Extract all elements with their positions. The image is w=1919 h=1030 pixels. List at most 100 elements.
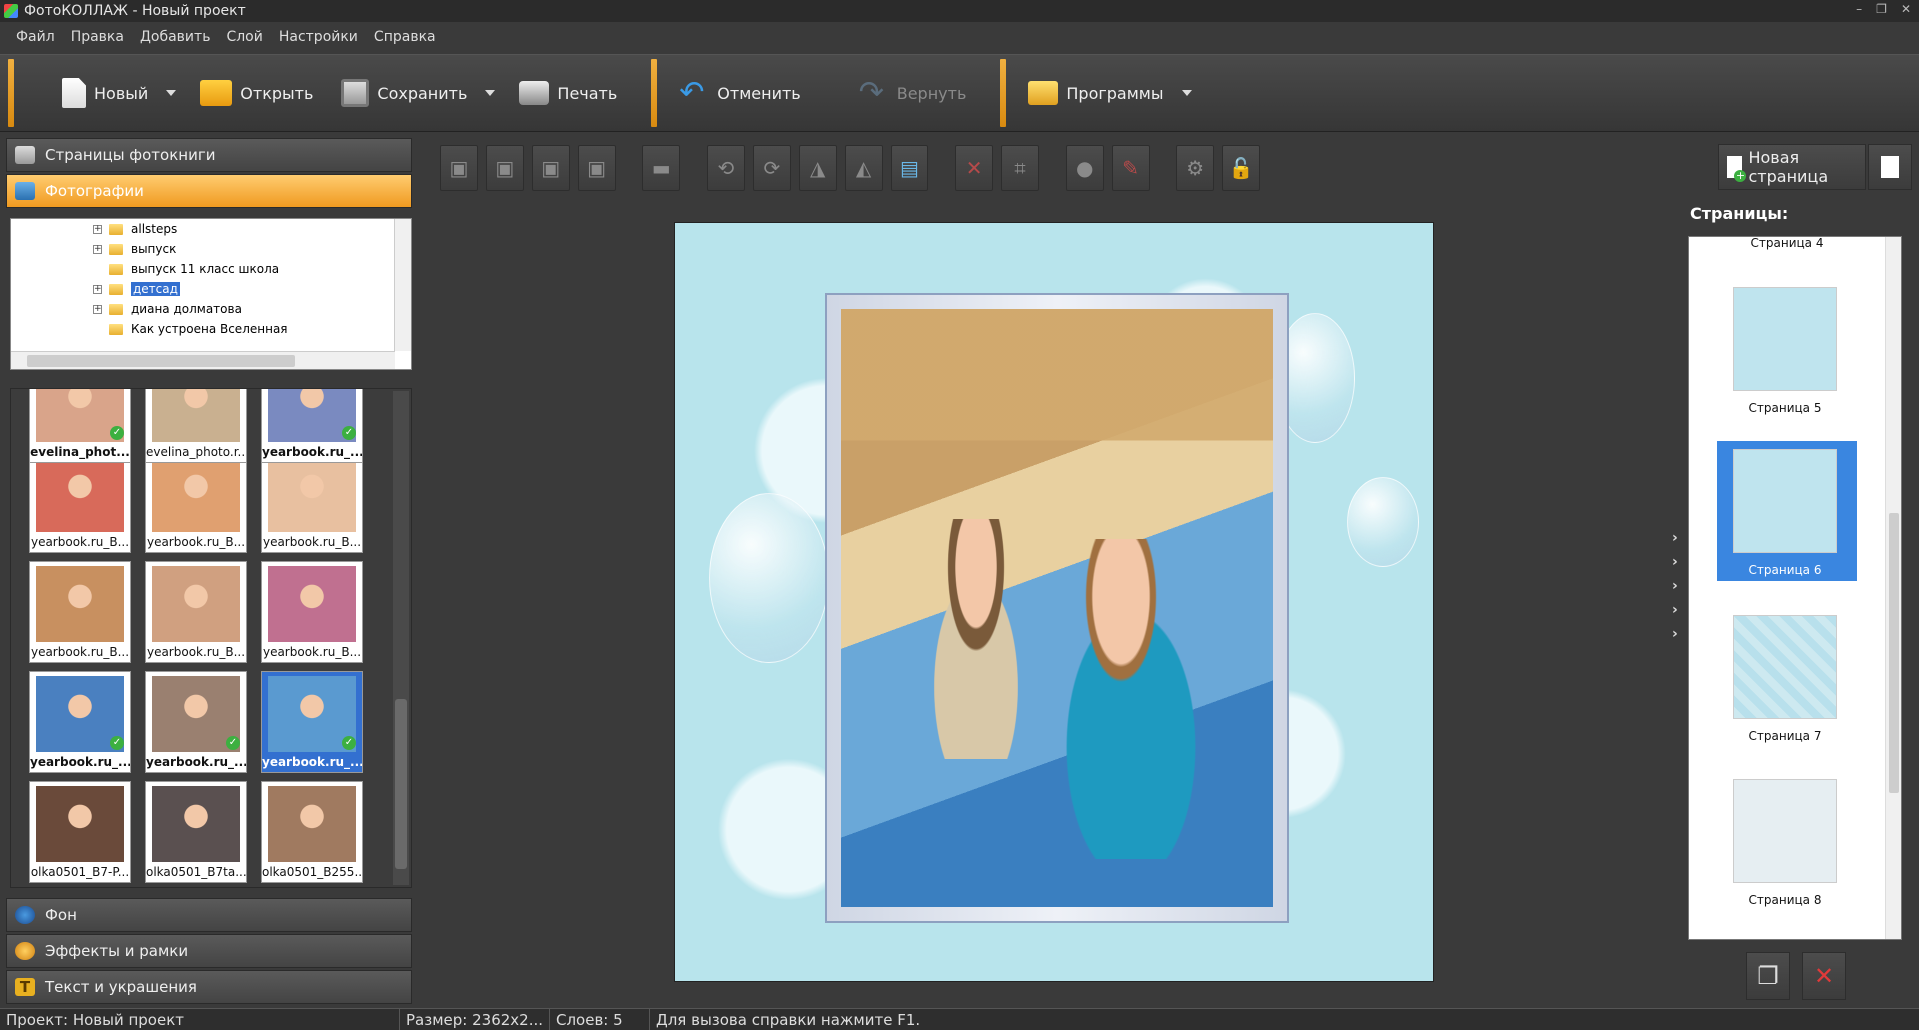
photo-thumbnail[interactable]: yearbook.ru_B...: [29, 451, 131, 553]
print-button[interactable]: Печать: [505, 63, 631, 123]
menu-help[interactable]: Справка: [366, 26, 444, 50]
chevron-right-icon[interactable]: ›: [1672, 626, 1678, 642]
bring-forward-icon[interactable]: ▣: [485, 145, 524, 191]
bring-front-icon[interactable]: ▣: [440, 145, 478, 191]
scroll-thumb[interactable]: [1889, 513, 1899, 793]
page-thumb-6[interactable]: Страница 6: [1717, 441, 1857, 581]
thumbnail-caption: yearbook.ru_B...: [262, 535, 362, 549]
menu-settings[interactable]: Настройки: [271, 26, 366, 50]
folder-item[interactable]: диана долматова: [109, 299, 242, 319]
delete-page-button[interactable]: ✕: [1802, 952, 1846, 1000]
chevron-right-icon[interactable]: ›: [1672, 578, 1678, 594]
accordion-book-pages[interactable]: Страницы фотокниги: [6, 138, 412, 172]
scroll-thumb[interactable]: [27, 355, 295, 367]
redo-button[interactable]: ↷ Вернуть: [845, 63, 981, 123]
rotate-left-icon[interactable]: ⟲: [706, 145, 745, 191]
page-thumb-7[interactable]: Страница 7: [1717, 607, 1857, 747]
folder-tree[interactable]: + allsteps + выпуск выпуск 11 класс школ…: [10, 218, 412, 370]
folder-item[interactable]: allsteps: [109, 219, 177, 239]
save-dropdown-icon[interactable]: [485, 90, 496, 96]
send-backward-icon[interactable]: ▣: [531, 145, 570, 191]
thumbnail-image: [152, 389, 240, 442]
menu-edit[interactable]: Правка: [63, 26, 132, 50]
mask-icon[interactable]: ✎: [1111, 145, 1150, 191]
new-dropdown-icon[interactable]: [166, 90, 177, 96]
scroll-thumb[interactable]: [395, 699, 407, 869]
photo-thumbnail[interactable]: yearbook.ru_B...: [261, 561, 363, 663]
duplicate-page-button[interactable]: ❐: [1746, 952, 1790, 1000]
expand-icon[interactable]: +: [93, 225, 102, 234]
expand-icon[interactable]: +: [93, 305, 102, 314]
minimize-icon[interactable]: –: [1856, 2, 1862, 16]
folder-item[interactable]: Как устроена Вселенная: [109, 319, 288, 339]
new-button[interactable]: Новый: [22, 63, 162, 123]
programs-button[interactable]: Программы: [1014, 63, 1177, 123]
chevron-right-icon[interactable]: ›: [1672, 554, 1678, 570]
folder-item-selected[interactable]: детсад: [109, 279, 180, 299]
save-button[interactable]: Сохранить: [327, 63, 481, 123]
collage-canvas[interactable]: [674, 222, 1434, 982]
undo-button[interactable]: ↶ Отменить: [665, 63, 814, 123]
menu-file[interactable]: Файл: [8, 26, 63, 50]
folder-label: Как устроена Вселенная: [131, 322, 288, 336]
page-properties-button[interactable]: [1868, 144, 1912, 190]
photo-thumbnail[interactable]: yearbook.ru_B...: [261, 451, 363, 553]
lock-icon[interactable]: 🔓: [1222, 145, 1261, 191]
accordion-photos[interactable]: Фотографии: [6, 174, 412, 208]
chevron-right-icon[interactable]: ›: [1672, 530, 1678, 546]
flip-vertical-icon[interactable]: ◭: [844, 145, 883, 191]
accordion-background[interactable]: Фон: [6, 898, 412, 932]
status-bar: Проект: Новый проект Размер: 2362x2... С…: [0, 1008, 1919, 1030]
send-back-icon[interactable]: ▣: [577, 145, 616, 191]
flip-horizontal-icon[interactable]: ◮: [798, 145, 837, 191]
menu-layer[interactable]: Слой: [218, 26, 270, 50]
close-icon[interactable]: ✕: [1901, 2, 1911, 16]
thumbnails-scrollbar[interactable]: [393, 391, 409, 885]
photo-thumbnail[interactable]: evelina_photo.r...: [145, 389, 247, 463]
photo-thumbnail[interactable]: yearbook.ru_B...: [29, 561, 131, 663]
photo-thumbnail[interactable]: yearbook.ru_B...: [145, 561, 247, 663]
thumbnail-caption: yearbook.ru_B...: [30, 535, 130, 549]
maximize-icon[interactable]: ❐: [1876, 2, 1887, 16]
expand-icon[interactable]: +: [93, 245, 102, 254]
main-photo[interactable]: [841, 309, 1273, 907]
align-icon[interactable]: ▬: [642, 145, 681, 191]
photo-thumbnail[interactable]: olka0501_B255...: [261, 781, 363, 883]
frame-style-icon[interactable]: ▤: [890, 145, 929, 191]
accordion-effects[interactable]: Эффекты и рамки: [6, 934, 412, 968]
menu-add[interactable]: Добавить: [132, 26, 218, 50]
panel-collapse-arrows[interactable]: › › › › ›: [1672, 530, 1678, 642]
photo-thumbnail[interactable]: olka0501_B7ta...: [145, 781, 247, 883]
photo-thumbnail[interactable]: ✓ yearbook.ru_...: [145, 671, 247, 773]
page-thumb-8[interactable]: Страница 8: [1717, 771, 1857, 911]
page-thumb-5[interactable]: Страница 5: [1717, 279, 1857, 419]
photo-thumbnail[interactable]: ✓ evelina_phot...: [29, 389, 131, 463]
accordion-text[interactable]: T Текст и украшения: [6, 970, 412, 1004]
programs-dropdown-icon[interactable]: [1181, 90, 1192, 96]
chevron-right-icon[interactable]: ›: [1672, 602, 1678, 618]
photo-frame[interactable]: [825, 293, 1289, 923]
photo-thumbnail[interactable]: yearbook.ru_B...: [145, 451, 247, 553]
settings-gear-icon[interactable]: ⚙: [1176, 145, 1215, 191]
layer-toolbar: ▣ ▣ ▣ ▣ ▬ ⟲ ⟳ ◮ ◭ ▤ ✕ ⌗ ● ✎ ⚙ 🔓: [440, 142, 1261, 194]
pages-scrollbar[interactable]: [1885, 237, 1901, 939]
status-project: Проект: Новый проект: [0, 1009, 400, 1030]
folder-item[interactable]: выпуск: [109, 239, 176, 259]
tree-horizontal-scrollbar[interactable]: [11, 351, 395, 369]
rotate-right-icon[interactable]: ⟳: [752, 145, 791, 191]
folder-item[interactable]: выпуск 11 класс школа: [109, 259, 279, 279]
folder-icon: [109, 323, 123, 335]
photo-thumbnail[interactable]: ✓ yearbook.ru_...: [261, 671, 363, 773]
expand-icon[interactable]: +: [93, 285, 102, 294]
effects-apple-icon[interactable]: ●: [1065, 145, 1104, 191]
delete-icon[interactable]: ✕: [955, 145, 994, 191]
new-page-button[interactable]: Новая страница: [1718, 144, 1866, 190]
photo-subject: [1031, 539, 1231, 859]
tree-vertical-scrollbar[interactable]: [394, 219, 411, 351]
crop-icon[interactable]: ⌗: [1001, 145, 1039, 191]
photo-thumbnail[interactable]: ✓ yearbook.ru_...: [261, 389, 363, 463]
thumbnail-image: [268, 456, 356, 532]
photo-thumbnail[interactable]: ✓ yearbook.ru_...: [29, 671, 131, 773]
photo-thumbnail[interactable]: olka0501_B7-P...: [29, 781, 131, 883]
open-button[interactable]: Открыть: [186, 63, 327, 123]
